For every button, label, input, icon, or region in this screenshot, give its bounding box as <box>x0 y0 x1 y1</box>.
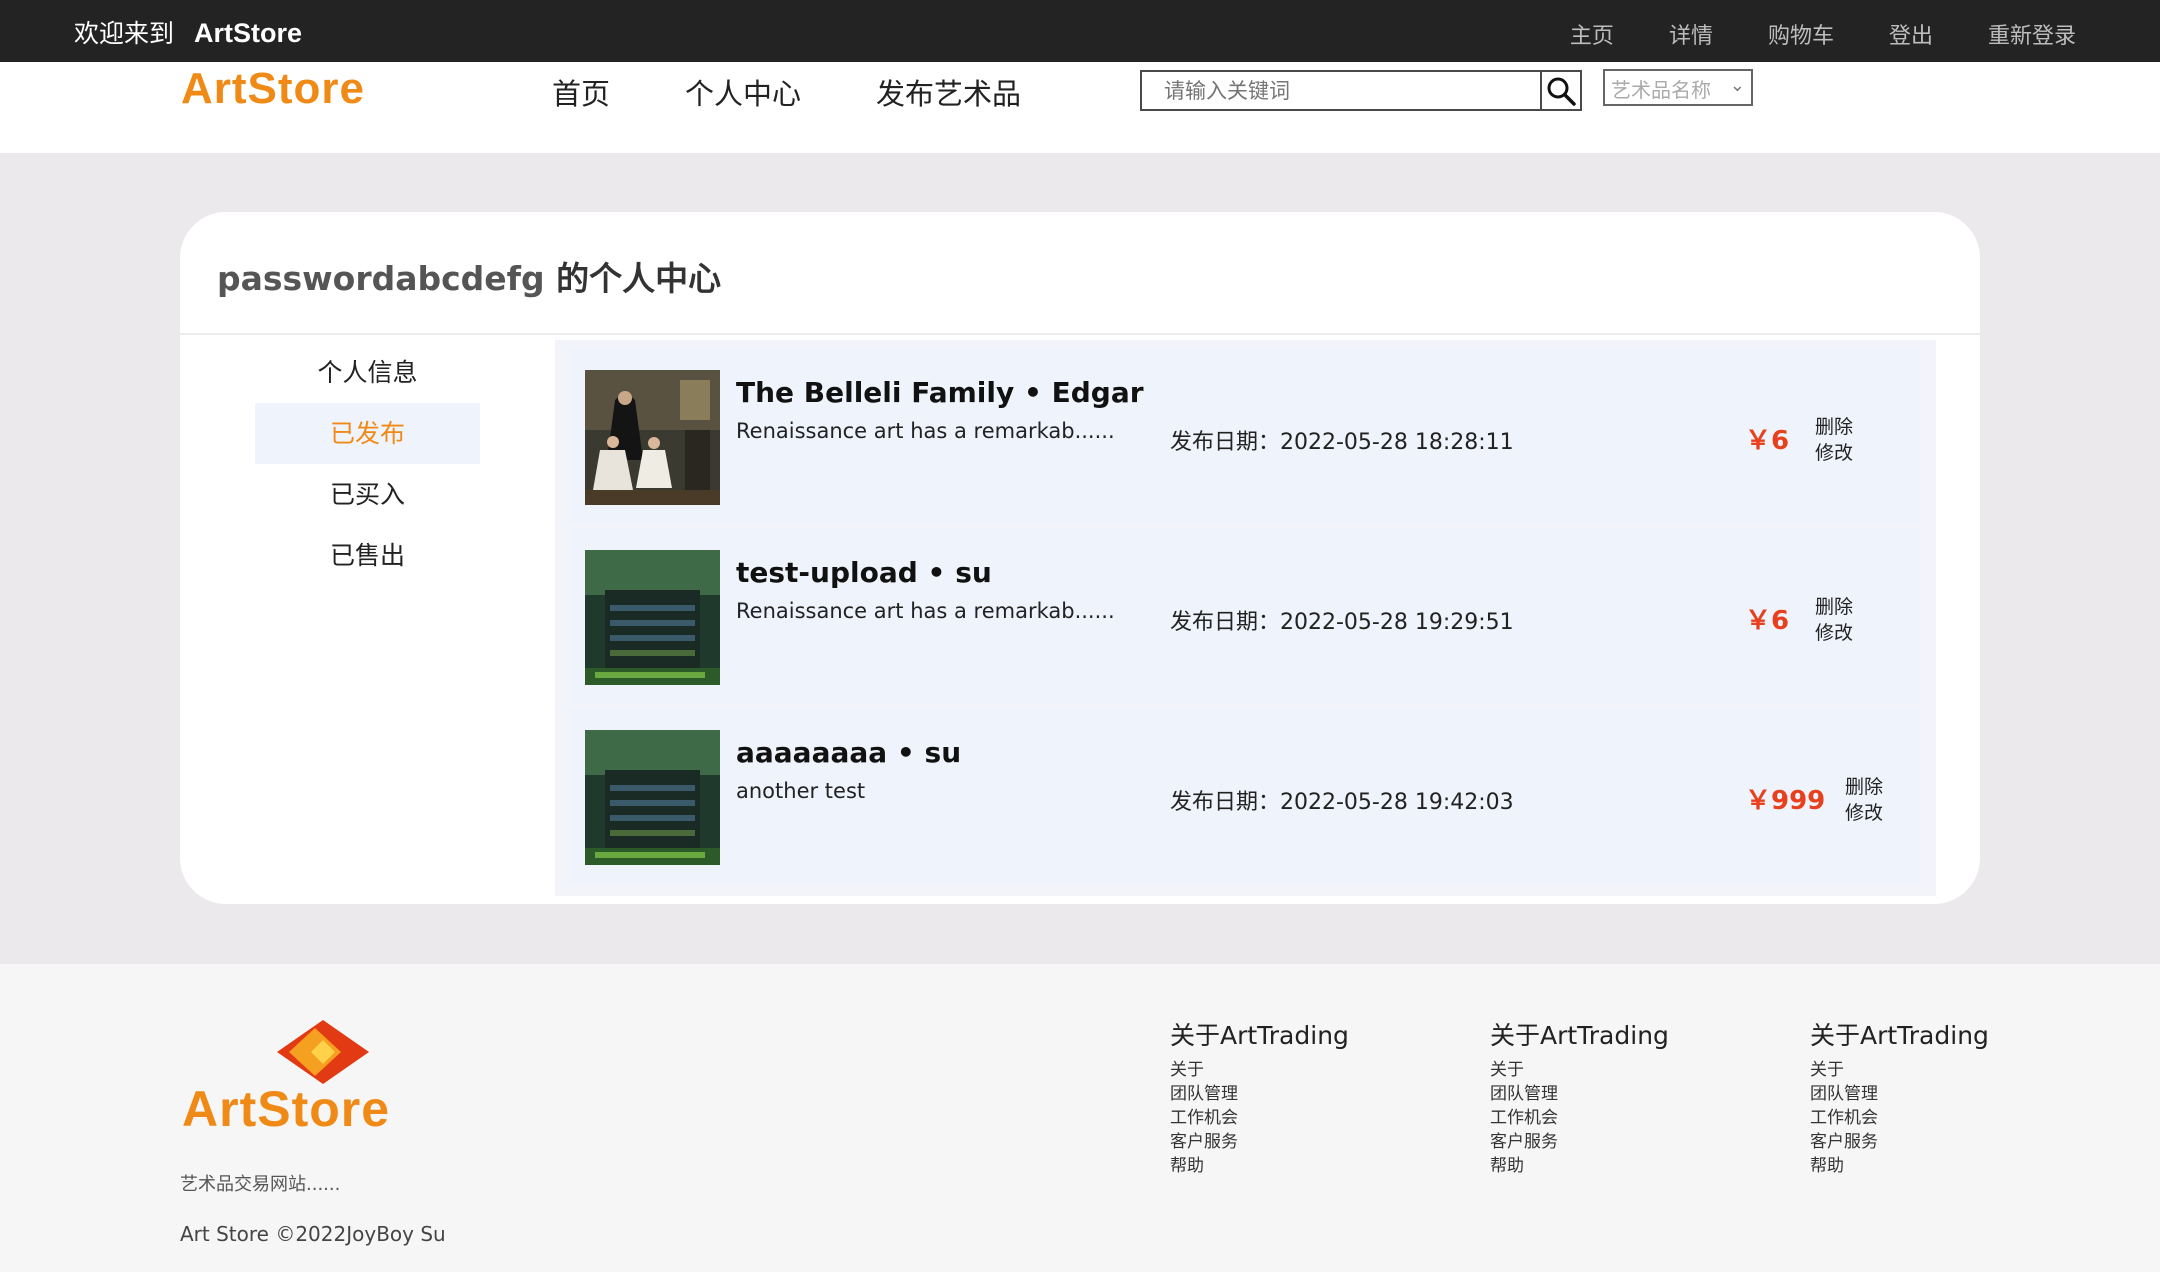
topbar-link-cart[interactable]: 购物车 <box>1768 18 1834 50</box>
topbar-link-relogin[interactable]: 重新登录 <box>1988 18 2076 50</box>
edit-button[interactable]: 修改 <box>1845 800 1883 826</box>
search-category-value: 艺术品名称 <box>1611 78 1711 102</box>
sidebar-item-sold[interactable]: 已售出 <box>255 525 480 586</box>
footer-link-service[interactable]: 客户服务 <box>1810 1130 1989 1154</box>
footer-link-help[interactable]: 帮助 <box>1490 1154 1669 1178</box>
artwork-title[interactable]: test-upload • su <box>736 556 992 589</box>
welcome-label: 欢迎来到 <box>74 19 175 48</box>
footer-column: 关于ArtTrading 关于 团队管理 工作机会 客户服务 帮助 <box>1490 1016 1669 1178</box>
artwork-publish-date: 发布日期：2022-05-28 19:42:03 <box>1170 790 1514 815</box>
artwork-title[interactable]: aaaaaaaa • su <box>736 736 961 769</box>
list-item: The Belleli Family • Edgar Renaissance a… <box>570 348 1921 524</box>
delete-button[interactable]: 删除 <box>1815 414 1853 440</box>
footer-link-team[interactable]: 团队管理 <box>1170 1082 1349 1106</box>
artwork-description: Renaissance art has a remarkab...... <box>736 599 1115 623</box>
profile-sidebar: 个人信息 已发布 已买入 已售出 <box>255 342 480 586</box>
footer-link-service[interactable]: 客户服务 <box>1170 1130 1349 1154</box>
delete-button[interactable]: 删除 <box>1845 774 1883 800</box>
footer-copyright: Art Store ©2022JoyBoy Su <box>180 1222 446 1246</box>
artwork-price: ￥6 <box>1745 606 1790 636</box>
footer-link-help[interactable]: 帮助 <box>1810 1154 1989 1178</box>
footer-link-team[interactable]: 团队管理 <box>1810 1082 1989 1106</box>
published-list: The Belleli Family • Edgar Renaissance a… <box>555 340 1936 896</box>
profile-card: passwordabcdefg 的个人中心 个人信息 已发布 已买入 已售出 T… <box>180 212 1980 904</box>
footer-link-team[interactable]: 团队管理 <box>1490 1082 1669 1106</box>
header-logo[interactable]: ArtStore <box>181 64 365 114</box>
topbar-link-home[interactable]: 主页 <box>1570 18 1614 50</box>
profile-title-suffix: 的个人中心 <box>544 259 722 298</box>
artwork-thumbnail[interactable] <box>585 550 720 685</box>
search-button[interactable] <box>1540 72 1580 109</box>
nav-publish-artwork[interactable]: 发布艺术品 <box>876 71 1021 113</box>
topbar-link-details[interactable]: 详情 <box>1669 18 1713 50</box>
profile-username: passwordabcdefg <box>217 259 545 298</box>
footer-link-jobs[interactable]: 工作机会 <box>1810 1106 1989 1130</box>
artwork-price: ￥6 <box>1745 426 1790 456</box>
artwork-price: ￥999 <box>1745 786 1826 816</box>
header: ArtStore 首页 个人中心 发布艺术品 艺术品名称 ⌄ <box>0 62 2160 153</box>
footer-column-heading: 关于ArtTrading <box>1810 1021 1989 1050</box>
artwork-title[interactable]: The Belleli Family • Edgar <box>736 376 1144 409</box>
artwork-publish-date: 发布日期：2022-05-28 18:28:11 <box>1170 430 1514 455</box>
top-bar: 欢迎来到 ArtStore 主页 详情 购物车 登出 重新登录 <box>0 0 2160 62</box>
footer-column: 关于ArtTrading 关于 团队管理 工作机会 客户服务 帮助 <box>1170 1016 1349 1178</box>
search-box <box>1140 70 1582 111</box>
footer-link-help[interactable]: 帮助 <box>1170 1154 1349 1178</box>
footer-link-service[interactable]: 客户服务 <box>1490 1130 1669 1154</box>
sidebar-item-bought[interactable]: 已买入 <box>255 464 480 525</box>
footer-link-jobs[interactable]: 工作机会 <box>1170 1106 1349 1130</box>
footer-description: 艺术品交易网站...... <box>180 1174 341 1195</box>
page-title: passwordabcdefg 的个人中心 <box>217 252 721 300</box>
nav-personal-center[interactable]: 个人中心 <box>685 71 801 113</box>
artwork-publish-date: 发布日期：2022-05-28 19:29:51 <box>1170 610 1514 635</box>
artwork-actions: 删除 修改 <box>1815 414 1853 466</box>
edit-button[interactable]: 修改 <box>1815 440 1853 466</box>
main-nav: 首页 个人中心 发布艺术品 <box>552 71 1096 113</box>
artwork-actions: 删除 修改 <box>1815 594 1853 646</box>
chevron-down-icon: ⌄ <box>1729 75 1745 96</box>
footer-link-about[interactable]: 关于 <box>1170 1058 1349 1082</box>
topbar-brand: ArtStore <box>194 18 303 48</box>
footer-link-jobs[interactable]: 工作机会 <box>1490 1106 1669 1130</box>
topbar-links: 主页 详情 购物车 登出 重新登录 <box>1515 18 2076 50</box>
delete-button[interactable]: 删除 <box>1815 594 1853 620</box>
list-item: aaaaaaaa • su another test 发布日期：2022-05-… <box>570 708 1921 884</box>
artwork-thumbnail[interactable] <box>585 730 720 865</box>
footer-link-about[interactable]: 关于 <box>1490 1058 1669 1082</box>
edit-button[interactable]: 修改 <box>1815 620 1853 646</box>
footer-column-heading: 关于ArtTrading <box>1170 1021 1349 1050</box>
artwork-description: Renaissance art has a remarkab...... <box>736 419 1115 443</box>
artwork-actions: 删除 修改 <box>1845 774 1883 826</box>
artstore-logo-icon <box>277 1020 369 1084</box>
nav-home[interactable]: 首页 <box>552 71 610 113</box>
footer-column: 关于ArtTrading 关于 团队管理 工作机会 客户服务 帮助 <box>1810 1016 1989 1178</box>
search-category-select[interactable]: 艺术品名称 ⌄ <box>1603 69 1753 106</box>
artwork-thumbnail[interactable] <box>585 370 720 505</box>
welcome-text: 欢迎来到 ArtStore <box>74 14 302 50</box>
topbar-link-logout[interactable]: 登出 <box>1889 18 1933 50</box>
artwork-description: another test <box>736 779 866 803</box>
sidebar-item-personal-info[interactable]: 个人信息 <box>255 342 480 403</box>
list-item: test-upload • su Renaissance art has a r… <box>570 528 1921 704</box>
footer-logo: ArtStore <box>182 1081 391 1137</box>
footer-column-heading: 关于ArtTrading <box>1490 1021 1669 1050</box>
footer-link-about[interactable]: 关于 <box>1810 1058 1989 1082</box>
footer: ArtStore 艺术品交易网站...... Art Store ©2022Jo… <box>0 964 2160 1272</box>
search-icon <box>1547 77 1576 106</box>
search-input[interactable] <box>1142 72 1540 109</box>
sidebar-item-published[interactable]: 已发布 <box>255 403 480 464</box>
title-divider <box>180 333 1980 335</box>
